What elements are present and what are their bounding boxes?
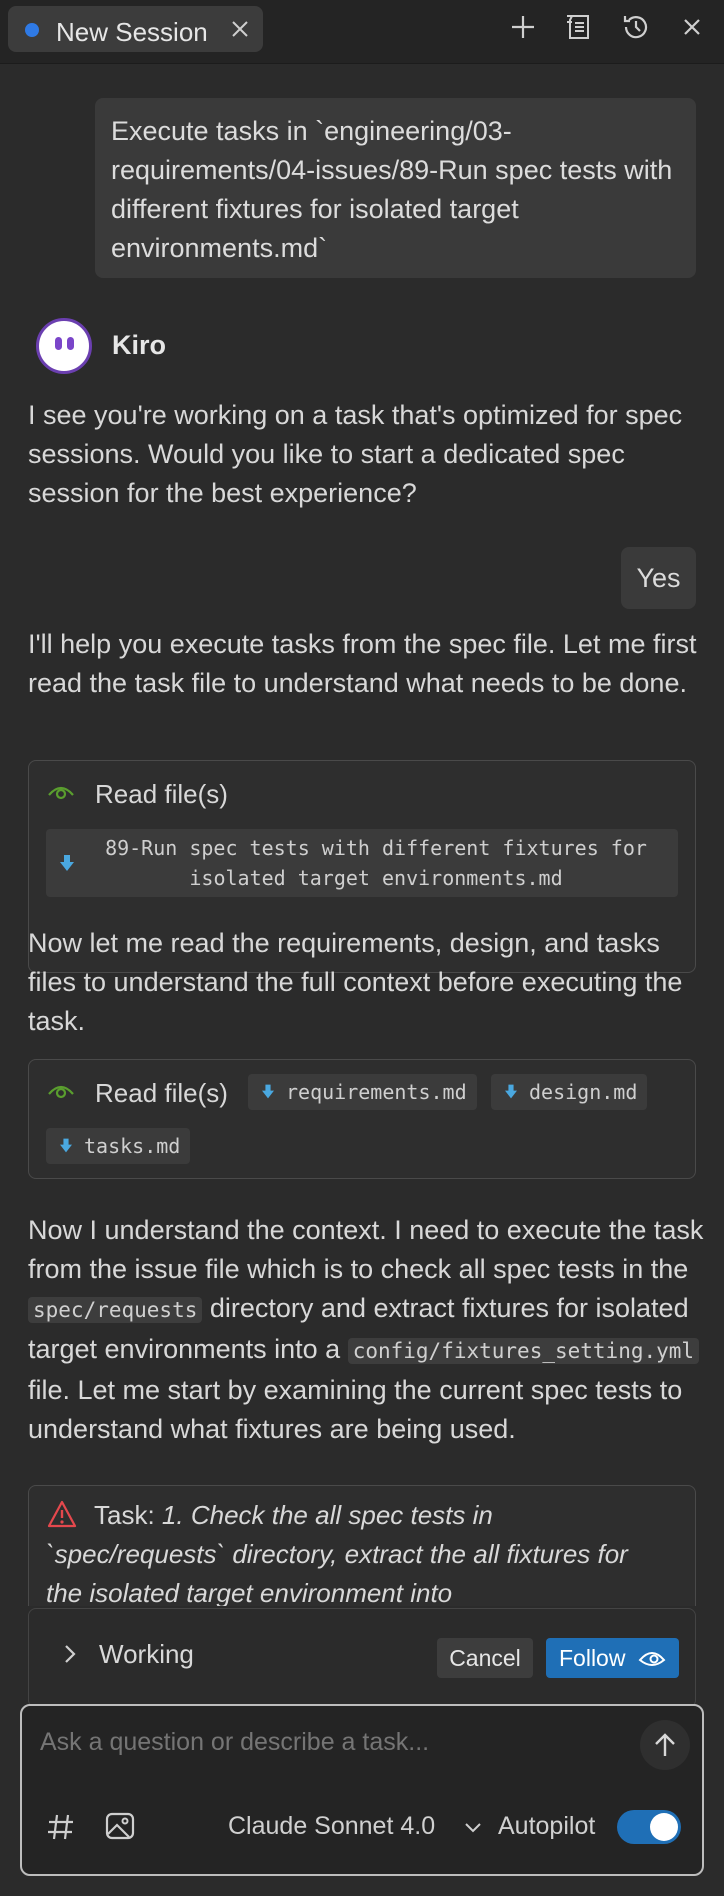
send-button[interactable] xyxy=(640,1720,690,1770)
model-selector[interactable]: Claude Sonnet 4.0 xyxy=(228,1812,435,1841)
inline-code: spec/requests xyxy=(28,1297,203,1323)
session-status-dot xyxy=(25,23,39,37)
cancel-button[interactable]: Cancel xyxy=(437,1638,533,1678)
eye-icon xyxy=(48,786,74,800)
history-icon[interactable] xyxy=(621,12,651,42)
file-icon xyxy=(262,1084,274,1099)
tab-close-icon[interactable] xyxy=(230,19,250,39)
chevron-down-icon[interactable] xyxy=(464,1822,482,1834)
plus-icon[interactable] xyxy=(508,12,538,42)
message-input[interactable] xyxy=(40,1728,620,1757)
file-chip-design[interactable]: design.md xyxy=(491,1074,648,1110)
read-files-card[interactable]: Read file(s) requirements.md design.md t… xyxy=(28,1059,696,1179)
working-label[interactable]: Working xyxy=(99,1639,194,1670)
tab-title: New Session xyxy=(56,17,208,47)
task-list-icon[interactable] xyxy=(564,12,594,42)
kiro-avatar xyxy=(36,318,92,374)
toggle-knob xyxy=(650,1813,678,1841)
agent-message: I see you're working on a task that's op… xyxy=(28,400,683,508)
arrow-up-icon xyxy=(655,1733,675,1756)
agent-message: Now let me read the requirements, design… xyxy=(28,928,683,1036)
inline-code: config/fixtures_setting.yml xyxy=(347,1338,700,1364)
file-icon xyxy=(60,1138,72,1153)
hash-icon[interactable] xyxy=(46,1812,76,1842)
close-icon[interactable] xyxy=(677,12,707,42)
autopilot-toggle[interactable] xyxy=(617,1810,681,1844)
file-chip-tasks[interactable]: tasks.md xyxy=(46,1128,191,1164)
file-icon xyxy=(60,855,74,871)
top-bar: New Session xyxy=(0,0,724,64)
autopilot-label: Autopilot xyxy=(498,1812,596,1840)
agent-message: I'll help you execute tasks from the spe… xyxy=(28,629,697,698)
file-chip-requirements[interactable]: requirements.md xyxy=(248,1074,477,1110)
file-icon xyxy=(505,1084,517,1099)
image-icon[interactable] xyxy=(104,1810,136,1842)
composer: Claude Sonnet 4.0 Autopilot xyxy=(20,1704,704,1876)
working-bar: Working Cancel Follow xyxy=(28,1608,696,1708)
agent-message: Now I understand the context. I need to … xyxy=(28,1215,704,1444)
agent-name: Kiro xyxy=(112,330,166,360)
file-entry[interactable]: 89-Run spec tests with different fixture… xyxy=(46,829,678,897)
eye-icon xyxy=(48,1085,74,1099)
user-message: Execute tasks in `engineering/03-require… xyxy=(95,98,696,278)
chat-area[interactable]: Execute tasks in `engineering/03-require… xyxy=(0,64,724,1606)
eye-icon xyxy=(638,1652,666,1666)
card-title: Read file(s) xyxy=(95,1078,228,1108)
follow-button[interactable]: Follow xyxy=(546,1638,679,1678)
task-card[interactable]: Task: 1. Check the all spec tests in `sp… xyxy=(28,1485,696,1606)
chevron-right-icon[interactable] xyxy=(63,1643,77,1665)
card-title: Read file(s) xyxy=(95,779,228,809)
tab-new-session[interactable]: New Session xyxy=(8,6,263,52)
file-name: 89-Run spec tests with different fixture… xyxy=(105,836,647,890)
task-text: Task: 1. Check the all spec tests in `sp… xyxy=(46,1500,628,1606)
user-reply: Yes xyxy=(621,547,696,609)
